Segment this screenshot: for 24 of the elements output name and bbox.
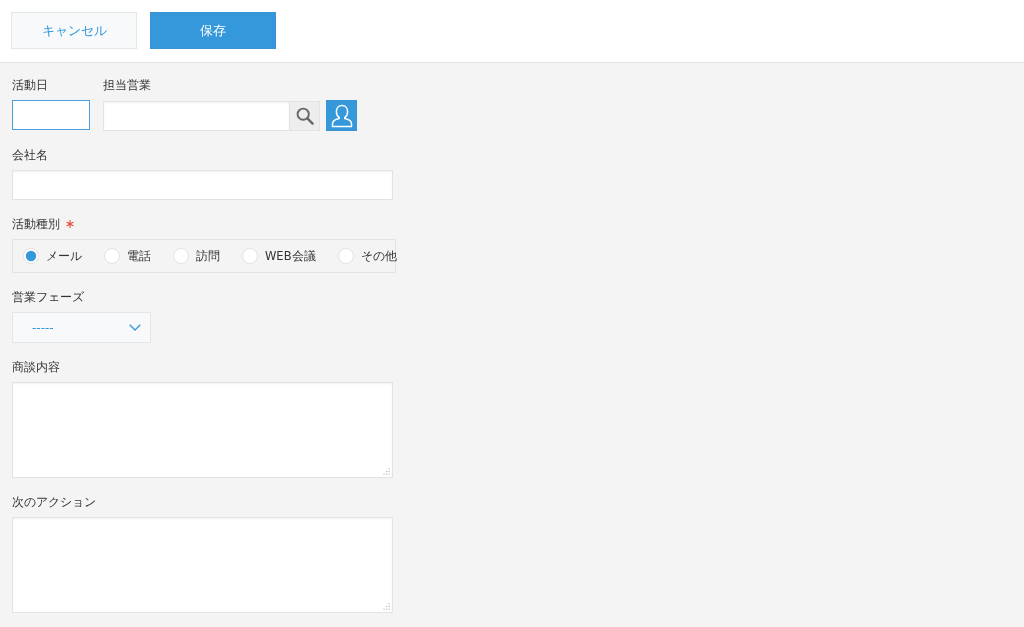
field-label: 次のアクション xyxy=(12,494,96,511)
field-label: 活動日 xyxy=(12,77,48,94)
field-label: 商談内容 xyxy=(12,359,60,376)
radio-option[interactable]: メール xyxy=(23,248,82,264)
textarea-field[interactable] xyxy=(12,517,393,613)
date-input[interactable] xyxy=(12,100,90,130)
textarea-field[interactable] xyxy=(12,382,393,478)
field-label: 営業フェーズ xyxy=(12,289,84,306)
text-input[interactable] xyxy=(12,170,393,200)
field-label: 会社名 xyxy=(12,147,48,164)
search-button[interactable] xyxy=(290,100,320,131)
person-icon xyxy=(330,103,353,128)
resize-grip-icon xyxy=(383,468,390,475)
user-input[interactable] xyxy=(103,100,290,131)
user-picker-button[interactable] xyxy=(326,100,357,131)
chevron-down-icon xyxy=(129,324,141,331)
radio-option[interactable]: 電話 xyxy=(104,248,151,264)
radio-option[interactable]: その他 xyxy=(337,248,397,264)
search-icon xyxy=(295,106,314,125)
field-label: 担当営業 xyxy=(103,77,151,94)
radio-option[interactable]: WEB会議 xyxy=(242,248,316,264)
radio-option[interactable]: 訪問 xyxy=(173,248,220,264)
resize-grip-icon xyxy=(383,603,390,610)
field-label: 活動種別 xyxy=(12,216,60,233)
